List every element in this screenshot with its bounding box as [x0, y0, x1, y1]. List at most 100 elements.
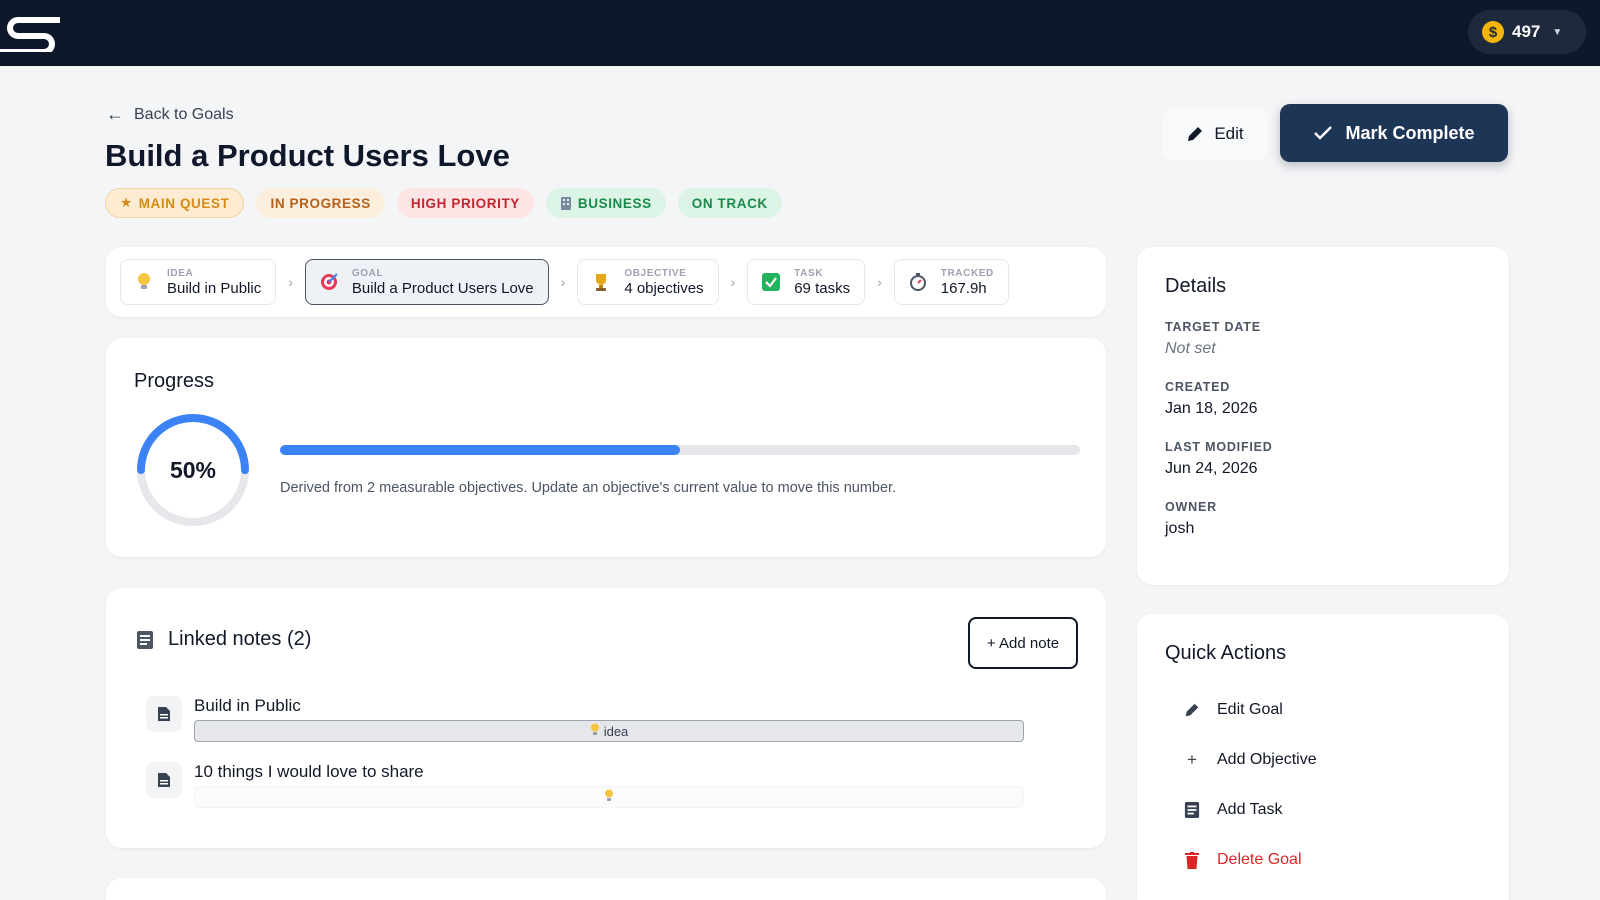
stopwatch-icon — [907, 271, 929, 293]
arrow-left-icon: ← — [106, 104, 124, 124]
edit-button[interactable]: Edit — [1163, 108, 1267, 160]
document-icon — [146, 696, 182, 732]
mark-complete-button[interactable]: Mark Complete — [1280, 104, 1508, 162]
document-icon — [146, 762, 182, 798]
chain-item-task[interactable]: TASK 69 tasks — [747, 259, 866, 305]
trash-icon — [1183, 851, 1201, 869]
top-bar: $ 497 ▼ — [0, 0, 1600, 66]
field-label: OWNER — [1165, 500, 1217, 514]
add-note-button[interactable]: + Add note — [968, 617, 1078, 669]
coin-icon: $ — [1482, 21, 1504, 43]
badge-label: MAIN QUEST — [138, 195, 230, 211]
action-label: Delete Goal — [1217, 851, 1302, 868]
back-to-goals-link[interactable]: ← Back to Goals — [106, 104, 234, 125]
last-modified-value: Jun 24, 2026 — [1165, 460, 1258, 477]
chain-value: 69 tasks — [794, 279, 851, 297]
lightbulb-icon — [604, 789, 614, 805]
pencil-icon — [1188, 127, 1203, 141]
field-label: CREATED — [1165, 380, 1231, 394]
field-label: LAST MODIFIED — [1165, 440, 1273, 454]
chain-value: Build in Public — [167, 279, 262, 297]
badge-label: ON TRACK — [691, 195, 768, 211]
quick-actions-card: Quick Actions Edit Goal + Add Objective … — [1137, 614, 1509, 900]
app-logo[interactable] — [0, 14, 62, 52]
chevron-down-icon: ▼ — [1552, 26, 1563, 38]
owner-field: OWNER josh — [1165, 500, 1481, 538]
mark-complete-label: Mark Complete — [1345, 122, 1475, 143]
progress-bar-fill — [280, 445, 680, 455]
created-field: CREATED Jan 18, 2026 — [1165, 380, 1481, 418]
quick-actions-title: Quick Actions — [1165, 642, 1287, 664]
action-label: Add Task — [1217, 801, 1283, 818]
edit-button-label: Edit — [1214, 124, 1244, 143]
chain-item-objective[interactable]: OBJECTIVE 4 objectives — [577, 259, 719, 305]
delete-goal-action[interactable]: Delete Goal — [1165, 835, 1481, 885]
note-item[interactable]: Build in Public idea — [146, 696, 1024, 742]
chain-kind: OBJECTIVE — [624, 267, 687, 279]
chain-kind: TASK — [794, 267, 824, 279]
chevron-right-icon: › — [288, 274, 293, 290]
chain-item-tracked[interactable]: TRACKED 167.9h — [893, 259, 1009, 305]
progress-description: Derived from 2 measurable objectives. Up… — [280, 480, 897, 496]
progress-bar — [280, 445, 1080, 455]
action-label: Add Objective — [1217, 751, 1317, 768]
building-icon — [560, 197, 571, 210]
action-label: Edit Goal — [1217, 701, 1283, 718]
coin-balance-dropdown[interactable]: $ 497 ▼ — [1468, 10, 1586, 54]
chevron-right-icon: › — [877, 274, 882, 290]
next-section-card — [106, 878, 1106, 900]
badge-category: BUSINESS — [545, 188, 666, 218]
progress-title: Progress — [134, 370, 215, 392]
badge-label: IN PROGRESS — [270, 195, 371, 211]
details-title: Details — [1165, 275, 1227, 297]
page-title: Build a Product Users Love — [105, 138, 510, 173]
badge-label: BUSINESS — [577, 195, 652, 211]
edit-goal-action[interactable]: Edit Goal — [1165, 685, 1481, 735]
chain-kind: IDEA — [167, 267, 194, 279]
note-tag-label: idea — [603, 723, 629, 739]
owner-value: josh — [1165, 520, 1195, 537]
plus-icon: + — [1187, 750, 1197, 769]
progress-card: Progress 50% Derived from 2 measurable o… — [106, 338, 1106, 557]
note-title: Build in Public — [194, 696, 301, 715]
note-tag: idea — [194, 720, 1024, 742]
target-date-field: TARGET DATE Not set — [1165, 320, 1481, 358]
chain-item-goal[interactable]: GOAL Build a Product Users Love — [304, 259, 549, 305]
quick-actions-list: Edit Goal + Add Objective Add Task Delet… — [1165, 685, 1481, 885]
trophy-icon — [590, 271, 612, 293]
add-objective-action[interactable]: + Add Objective — [1165, 735, 1481, 785]
lightbulb-icon — [590, 723, 600, 739]
badge-priority: HIGH PRIORITY — [396, 188, 534, 218]
pencil-icon — [1183, 701, 1201, 719]
linked-notes-card: Linked notes (2) + Add note Build in Pub… — [106, 588, 1106, 848]
last-modified-field: LAST MODIFIED Jun 24, 2026 — [1165, 440, 1481, 478]
goal-hierarchy-breadcrumb: IDEA Build in Public › GOAL Build a Prod… — [106, 247, 1106, 317]
goal-badges: ★ MAIN QUEST IN PROGRESS HIGH PRIORITY B… — [105, 188, 782, 218]
notes-icon — [137, 630, 153, 649]
note-title: 10 things I would love to share — [194, 762, 424, 781]
add-task-action[interactable]: Add Task — [1165, 785, 1481, 835]
list-icon — [1183, 801, 1201, 819]
checkbox-icon — [760, 271, 782, 293]
badge-label: HIGH PRIORITY — [410, 195, 520, 211]
note-item[interactable]: 10 things I would love to share — [146, 762, 1024, 808]
note-tag — [194, 786, 1024, 808]
target-date-value: Not set — [1165, 340, 1216, 357]
field-label: TARGET DATE — [1165, 320, 1261, 334]
chain-value: 167.9h — [940, 279, 987, 297]
lightbulb-icon — [133, 271, 155, 293]
details-card: Details TARGET DATE Not set CREATED Jan … — [1137, 247, 1509, 585]
chain-value: 4 objectives — [624, 279, 704, 297]
progress-percent: 50% — [169, 456, 217, 483]
chain-kind: GOAL — [351, 267, 384, 279]
badge-health: ON TRACK — [677, 188, 782, 218]
chain-item-idea[interactable]: IDEA Build in Public — [120, 259, 277, 305]
coin-count: 497 — [1512, 22, 1541, 41]
badge-main-quest: ★ MAIN QUEST — [105, 188, 245, 218]
target-icon — [318, 271, 340, 293]
linked-notes-title: Linked notes (2) — [168, 628, 312, 650]
linked-notes-header: Linked notes (2) — [136, 628, 311, 651]
created-value: Jan 18, 2026 — [1165, 400, 1258, 417]
check-icon — [1314, 126, 1333, 140]
chain-kind: TRACKED — [940, 267, 994, 279]
